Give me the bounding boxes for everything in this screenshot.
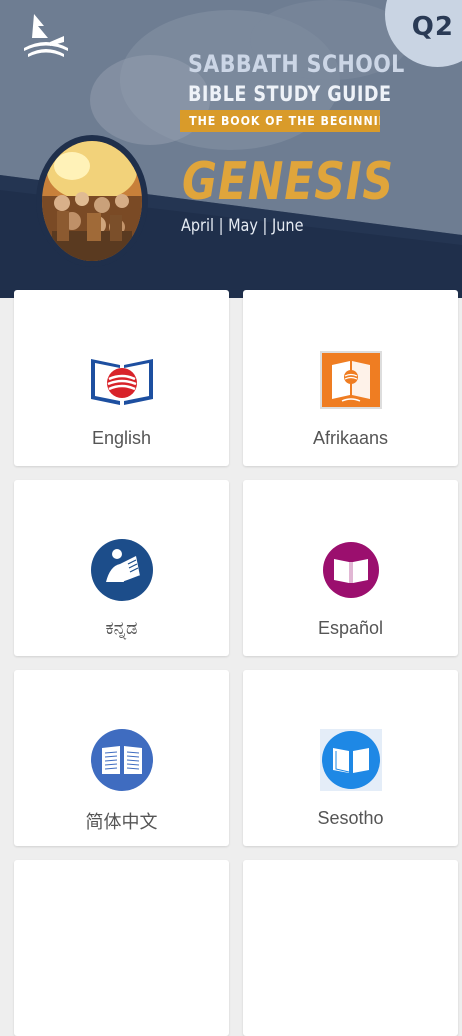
language-label: ಕನ್ನಡ (105, 618, 138, 638)
language-card-afrikaans[interactable]: Afrikaans (243, 290, 458, 466)
magenta-book-icon (318, 540, 384, 600)
language-label: Afrikaans (312, 428, 389, 448)
language-card-english[interactable]: English (14, 290, 229, 466)
language-card-kannada[interactable]: ಕನ್ನಡ (14, 480, 229, 656)
quarter-dates: April | May | June (181, 216, 304, 236)
subtitle-ribbon: THE BOOK OF THE BEGINNING (180, 110, 380, 132)
language-card-sesotho[interactable]: Sesotho (243, 670, 458, 846)
open-book-globe-icon (89, 350, 155, 410)
language-card-chinese[interactable]: 简体中文 (14, 670, 229, 846)
language-label: Español (317, 618, 384, 638)
subtitle-text: THE BOOK OF THE BEGINNING (189, 114, 380, 128)
blue-book-icon (89, 729, 155, 791)
title-line-1: SABBATH SCHOOL (188, 50, 405, 78)
language-label: English (91, 428, 152, 448)
language-card-partial-left[interactable] (14, 860, 229, 1036)
reader-book-icon (89, 539, 155, 601)
quarter-label: Q2 (411, 12, 454, 42)
book-title: GENESIS (182, 152, 394, 212)
orange-book-icon (318, 350, 384, 410)
cover-illustration (42, 141, 142, 261)
language-card-partial-right[interactable] (243, 860, 458, 1036)
language-card-espanol[interactable]: Español (243, 480, 458, 656)
church-logo-icon (24, 14, 68, 57)
lightblue-book-icon (318, 729, 384, 791)
language-label: 简体中文 (85, 812, 158, 832)
language-label: Sesotho (317, 808, 384, 828)
title-line-2: BIBLE STUDY GUIDE (188, 82, 392, 106)
cover-illustration-frame (36, 135, 148, 267)
cover-banner[interactable]: Q2 SABBATH SCHOOL BIBLE STUDY GUIDE THE … (0, 0, 462, 298)
